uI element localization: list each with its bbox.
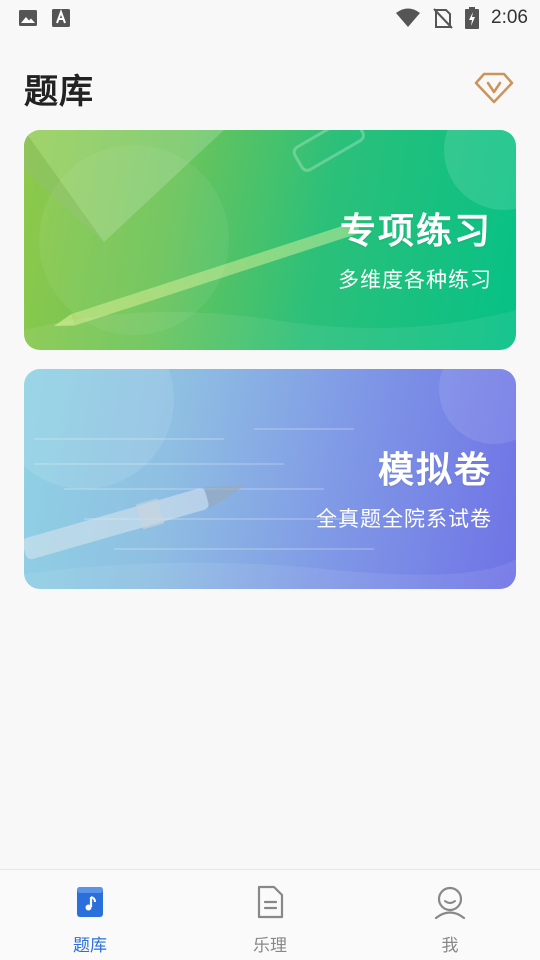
header: 题库 [0, 58, 540, 118]
battery-charging-icon [465, 7, 480, 29]
image-icon [18, 8, 38, 28]
no-sim-icon [433, 7, 453, 29]
page-title: 题库 [24, 71, 94, 112]
user-icon [433, 885, 467, 923]
document-icon [255, 885, 285, 923]
card-subtitle: 全真题全院系试卷 [316, 507, 492, 531]
bottom-nav: 题库 乐理 我 [0, 869, 540, 960]
nav-item-question-bank[interactable]: 题库 [0, 870, 180, 960]
nav-item-me[interactable]: 我 [360, 870, 540, 960]
card-title: 模拟卷 [377, 450, 492, 491]
nav-label: 乐理 [253, 936, 287, 956]
font-a-icon [52, 8, 70, 28]
diamond-v-icon[interactable] [474, 71, 514, 105]
status-right: 2:06 [395, 7, 528, 29]
special-practice-text: 专项练习 多维度各种练习 [338, 202, 492, 294]
status-bar: 2:06 [0, 0, 540, 36]
mock-exam-card[interactable]: 模拟卷 全真题全院系试卷 [24, 369, 516, 589]
special-practice-card[interactable]: 专项练习 多维度各种练习 [24, 130, 516, 350]
nav-label: 我 [441, 936, 459, 956]
status-left [18, 8, 70, 28]
wifi-icon [395, 8, 421, 28]
nav-label: 题库 [73, 936, 107, 956]
card-title: 专项练习 [339, 211, 492, 252]
nav-item-music-theory[interactable]: 乐理 [180, 870, 360, 960]
status-time: 2:06 [491, 7, 528, 28]
card-subtitle: 多维度各种练习 [338, 268, 492, 292]
mock-exam-text: 模拟卷 全真题全院系试卷 [316, 441, 492, 533]
music-book-icon [75, 885, 105, 923]
